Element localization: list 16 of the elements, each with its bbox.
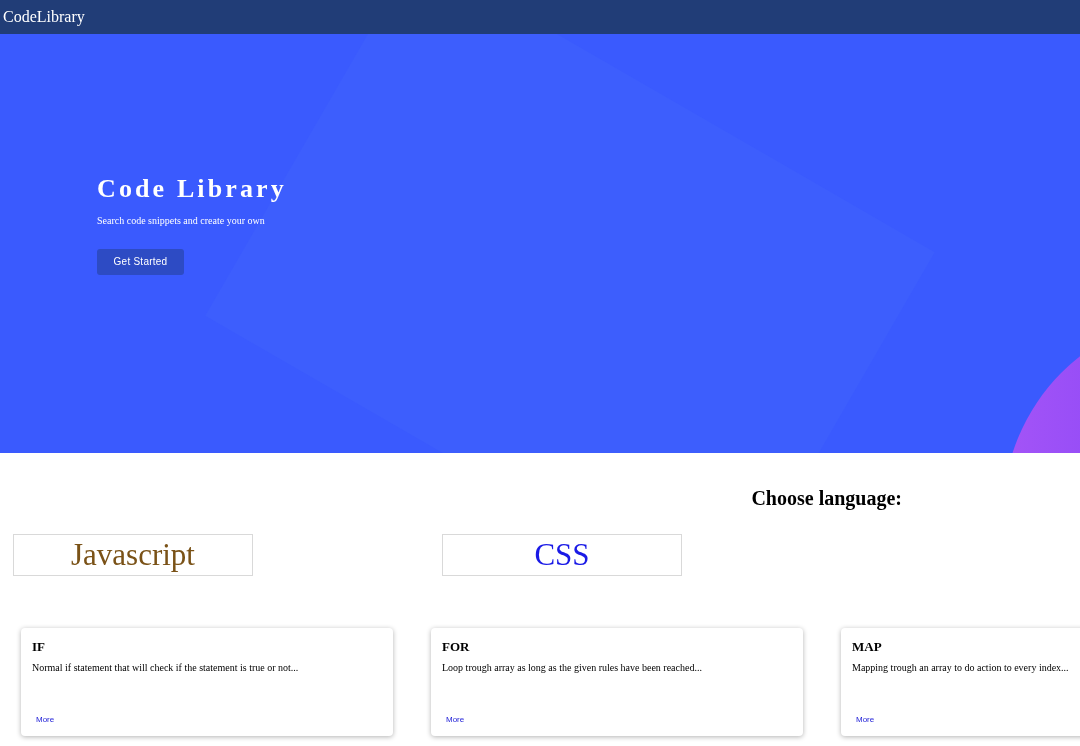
snippet-description: Mapping trough an array to do action to every index... [852,661,1070,676]
snippet-title: IF [32,639,46,656]
snippet-description: Normal if statement that will check if the statement is true or not... [32,661,300,676]
snippet-description: Loop trough array as long as the given rules have been reached... [442,661,703,676]
snippet-title: MAP [852,639,883,656]
snippet-title: FOR [442,639,471,656]
choose-language-heading: Choose language: [751,486,902,512]
language-option[interactable]: CSS [442,534,682,576]
more-link[interactable]: More [36,714,55,726]
hero-subtitle: Search code snippets and create your own [97,214,266,228]
more-link[interactable]: More [446,714,465,726]
brand-logo-text[interactable]: CodeLibrary [3,5,85,29]
more-link[interactable]: More [856,714,875,726]
get-started-button[interactable]: Get Started [97,248,184,275]
hero-title: Code Library [97,172,288,205]
language-option[interactable]: Javascript [13,534,253,576]
